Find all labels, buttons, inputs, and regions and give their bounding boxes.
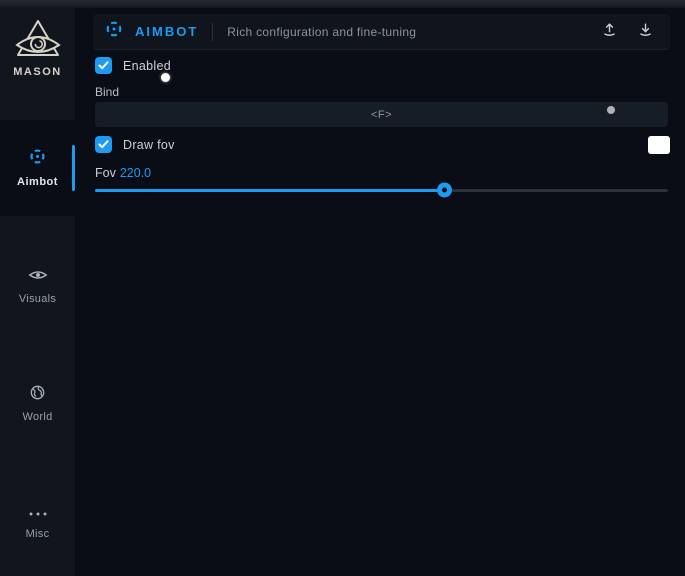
sidebar-item-world[interactable]: World: [0, 356, 75, 452]
page-subtitle: Rich configuration and fine-tuning: [227, 25, 416, 39]
page-header: AIMBOT Rich configuration and fine-tunin…: [93, 14, 670, 50]
check-icon: [98, 57, 109, 75]
mouse-cursor-dot: [161, 73, 170, 82]
brand-logo: MASON: [0, 18, 75, 78]
brand-name: MASON: [0, 66, 75, 78]
download-config-button[interactable]: [632, 19, 658, 45]
page-title: AIMBOT: [135, 24, 198, 39]
crosshair-icon: [105, 20, 123, 43]
upload-config-button[interactable]: [596, 19, 622, 45]
sidebar-item-misc[interactable]: Misc: [0, 474, 75, 570]
header-divider: [212, 23, 213, 41]
bind-label: Bind: [95, 85, 119, 99]
ellipsis-icon: [28, 504, 48, 522]
sidebar-item-label: Misc: [26, 528, 50, 540]
draw-fov-label: Draw fov: [123, 138, 175, 152]
upload-icon: [601, 21, 618, 43]
fov-label-text: Fov: [95, 166, 116, 180]
fov-color-picker[interactable]: [648, 136, 670, 154]
fov-slider-fill: [95, 189, 445, 192]
window-top-edge: [0, 0, 685, 8]
draw-fov-checkbox[interactable]: [95, 136, 112, 153]
enabled-label: Enabled: [123, 59, 171, 73]
bind-key-button[interactable]: <F>: [95, 102, 668, 127]
globe-icon: [30, 385, 45, 405]
secondary-cursor-dot: [607, 106, 615, 114]
enabled-row: Enabled: [95, 57, 171, 74]
bind-key-value: <F>: [371, 109, 392, 121]
sidebar-item-visuals[interactable]: Visuals: [0, 238, 75, 334]
fov-value: 220.0: [120, 166, 151, 180]
fov-slider[interactable]: [95, 182, 668, 198]
fov-label: Fov 220.0: [95, 166, 151, 180]
enabled-checkbox[interactable]: [95, 57, 112, 74]
download-icon: [637, 21, 654, 43]
sidebar-item-label: World: [22, 411, 52, 423]
eye-icon: [28, 268, 48, 287]
sidebar-item-label: Aimbot: [17, 176, 58, 188]
sidebar-item-label: Visuals: [19, 293, 56, 305]
draw-fov-row: Draw fov: [95, 136, 175, 153]
mason-eye-pyramid-icon: [0, 18, 75, 62]
sidebar-item-aimbot[interactable]: Aimbot: [0, 120, 75, 216]
check-icon: [98, 136, 109, 154]
sidebar: MASON Aimbot Visuals World: [0, 8, 75, 576]
fov-slider-handle[interactable]: [437, 183, 452, 198]
crosshair-icon: [29, 148, 46, 170]
